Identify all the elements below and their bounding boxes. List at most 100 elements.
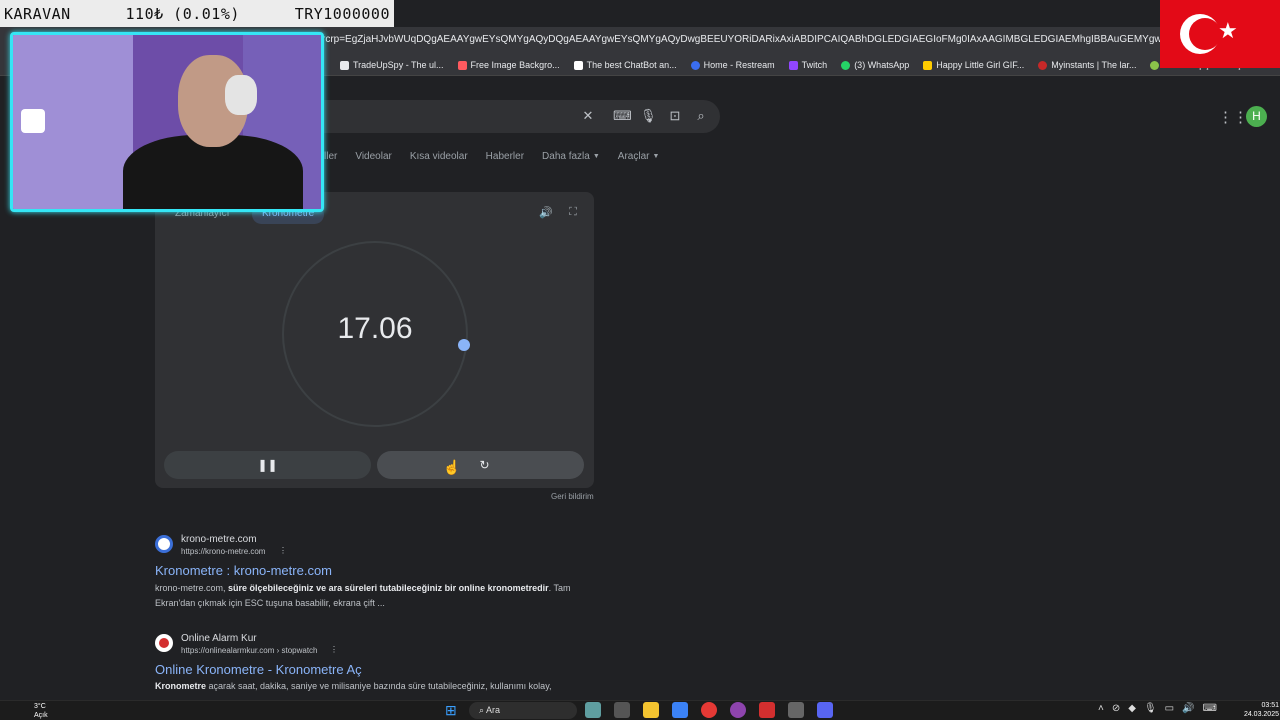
- system-tray: ˄ ⊘ ◆ 🎙 ▭ 🔊 ⌨: [1098, 703, 1217, 714]
- snippet-text: açarak saat, dakika, saniye ve milisaniy…: [206, 681, 552, 691]
- bookmark-label: (3) WhatsApp: [854, 60, 910, 70]
- snippet-bold: Kronometre: [155, 681, 207, 691]
- microphone-icon[interactable]: 🎙: [640, 108, 657, 124]
- bookmark-label: TradeUpSpy - The ul...: [353, 60, 444, 70]
- bookmark-icon: [340, 60, 349, 70]
- volume-icon[interactable]: 🔊: [1182, 703, 1194, 714]
- pause-icon: ❚❚: [257, 458, 278, 472]
- keyboard-icon[interactable]: ⌨: [613, 108, 632, 124]
- clear-icon[interactable]: ✕: [580, 108, 596, 124]
- result-title-link[interactable]: Kronometre : krono-metre.com: [155, 563, 332, 578]
- turkey-flag-icon: ★: [1160, 0, 1280, 68]
- mic-icon[interactable]: 🎙: [1144, 703, 1157, 714]
- feedback-link[interactable]: Geri bildirim: [551, 492, 594, 501]
- keyboard-layout-icon[interactable]: ⌨: [1203, 703, 1217, 714]
- stream-ticker: KARAVAN 110₺ (0.01%) TRY1000000: [0, 0, 394, 27]
- bookmark-item[interactable]: Myinstants | The lar...: [1038, 60, 1136, 70]
- chevron-up-icon[interactable]: ˄: [1098, 703, 1104, 714]
- tab-label: Videolar: [355, 151, 392, 162]
- file-explorer-icon[interactable]: [643, 702, 659, 718]
- ticker-name: KARAVAN: [4, 4, 71, 23]
- weather-temp: 3°C: [34, 703, 46, 710]
- bookmark-icon: [1038, 60, 1048, 70]
- taskbar-clock[interactable]: 03:51 24.03.2025: [1241, 701, 1279, 719]
- search-tabs: ller Videolar Kısa videolar Haberler Dah…: [324, 151, 659, 162]
- settings-icon[interactable]: [788, 702, 804, 718]
- reset-icon: ↻: [479, 458, 490, 472]
- hand-cursor-icon: ☝: [443, 459, 461, 475]
- bookmark-icon: [457, 60, 467, 70]
- bookmark-item[interactable]: Happy Little Girl GIF...: [923, 60, 1024, 70]
- pause-button[interactable]: ❚❚: [164, 451, 371, 479]
- bookmark-label: Happy Little Girl GIF...: [936, 60, 1025, 70]
- chevron-down-icon: ▼: [592, 153, 600, 160]
- ticker-price: 110₺ (0.01%): [125, 4, 240, 23]
- headset-icon: [225, 75, 257, 115]
- result-site-name: krono-metre.com: [181, 534, 257, 545]
- weather-condition: Açık: [34, 712, 48, 719]
- tab-tools[interactable]: Araçlar ▼: [618, 151, 660, 162]
- sound-icon[interactable]: 🔊: [539, 206, 553, 220]
- task-view-icon[interactable]: [614, 702, 630, 718]
- search-icon: ⌕: [479, 705, 487, 715]
- discord-icon[interactable]: [817, 702, 833, 718]
- fullscreen-icon[interactable]: ⛶: [566, 206, 580, 220]
- apps-grid-icon[interactable]: ⋮⋮: [1218, 108, 1248, 126]
- bookmark-icon: [573, 60, 583, 70]
- search-icon[interactable]: ⌕: [693, 108, 709, 124]
- app-tray-icon[interactable]: ◆: [1128, 703, 1136, 714]
- display-icon[interactable]: ▭: [1165, 703, 1174, 714]
- network-icon[interactable]: ⊘: [1112, 703, 1120, 714]
- chrome-icon[interactable]: [701, 702, 717, 718]
- clock-time: 03:51: [1261, 702, 1279, 709]
- widget-app-icon[interactable]: [585, 702, 601, 718]
- tab-label: Kısa videolar: [409, 151, 468, 162]
- chat-app-icon[interactable]: [730, 702, 746, 718]
- ticker-goal: TRY1000000: [294, 4, 390, 23]
- result-title-link[interactable]: Online Kronometre - Kronometre Aç: [155, 662, 362, 677]
- taskbar-search-label: Ara: [486, 705, 501, 715]
- tab-videos[interactable]: Videolar: [355, 151, 392, 162]
- lens-icon[interactable]: ⊡: [667, 108, 683, 124]
- tab-images[interactable]: ller: [324, 151, 337, 162]
- bookmark-item[interactable]: Home - Restream: [690, 60, 775, 70]
- stopwatch-time: 17.06: [337, 312, 413, 345]
- weather-widget[interactable]: 3°C Açık: [18, 702, 48, 720]
- tab-news[interactable]: Haberler: [486, 151, 524, 162]
- more-options-icon[interactable]: ⋮: [330, 645, 338, 654]
- bookmark-item[interactable]: The best ChatBot an...: [573, 60, 677, 70]
- more-options-icon[interactable]: ⋮: [279, 546, 287, 555]
- tab-more[interactable]: Daha fazla ▼: [542, 151, 600, 162]
- bookmark-item[interactable]: TradeUpSpy - The ul...: [340, 60, 444, 70]
- tab-label: Daha fazla: [542, 151, 590, 162]
- bookmark-item[interactable]: Twitch: [788, 60, 828, 70]
- bookmark-label: Twitch: [801, 60, 828, 70]
- alarm-favicon-icon: [155, 634, 173, 652]
- tab-label: Araçlar: [617, 151, 650, 162]
- avatar[interactable]: H: [1246, 106, 1267, 127]
- store-icon[interactable]: [672, 702, 688, 718]
- tab-label: Haberler: [485, 151, 525, 162]
- reset-button[interactable]: ↻: [377, 451, 584, 479]
- taskbar-apps: [585, 702, 833, 718]
- record-app-icon[interactable]: [759, 702, 775, 718]
- tab-short-videos[interactable]: Kısa videolar: [410, 151, 468, 162]
- flag-crescent-cut: [1189, 18, 1221, 50]
- taskbar-search[interactable]: ⌕ Ara: [469, 702, 577, 719]
- tab-label: ller: [324, 151, 338, 162]
- snippet-text: krono-metre.com,: [155, 583, 229, 593]
- bookmark-icon: [1150, 60, 1160, 70]
- bookmark-item[interactable]: (3) WhatsApp: [841, 60, 909, 70]
- bookmark-label: The best ChatBot an...: [586, 60, 677, 70]
- screen: KARAVAN 110₺ (0.01%) TRY1000000 rcrp=EgZ…: [0, 0, 1280, 720]
- result-url: https://krono-metre.com: [181, 547, 266, 556]
- webcam-overlay: [10, 32, 324, 212]
- windows-start-icon[interactable]: ⊞: [445, 703, 460, 718]
- address-bar-url[interactable]: rcrp=EgZjaHJvbWUqDQgAEAAYgwEYsQMYgAQyDQg…: [322, 34, 1162, 45]
- bookmark-label: Home - Restream: [703, 60, 775, 70]
- twitch-icon: [788, 60, 798, 70]
- bookmark-label: Free Image Backgro...: [470, 60, 560, 70]
- result-url: https://onlinealarmkur.com › stopwatch: [181, 646, 318, 655]
- bookmark-item[interactable]: Free Image Backgro...: [457, 60, 560, 70]
- search-input[interactable]: [316, 100, 720, 133]
